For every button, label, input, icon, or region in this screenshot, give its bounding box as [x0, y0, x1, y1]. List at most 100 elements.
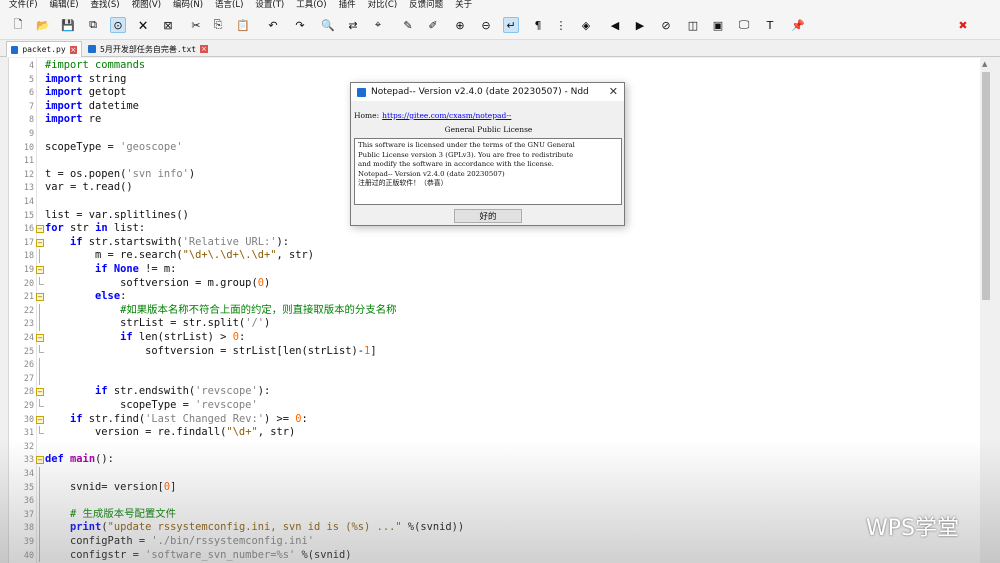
tab-close-icon[interactable]: ×: [69, 45, 77, 54]
scrollbar-thumb[interactable]: [982, 72, 990, 300]
menu-item[interactable]: 文件(F): [9, 0, 38, 11]
menu-item[interactable]: 反馈问题: [409, 0, 443, 11]
code-line[interactable]: 34: [9, 467, 992, 481]
fold-toggle-icon[interactable]: −: [36, 266, 44, 274]
menu-item[interactable]: 编码(N): [173, 0, 203, 11]
line-number: 23: [23, 318, 34, 329]
save-icon[interactable]: 💾: [60, 17, 76, 33]
menu-item[interactable]: 语言(L): [215, 0, 243, 11]
code-line[interactable]: 33− def main():: [9, 453, 992, 467]
code-line[interactable]: 35 svnid= version[0]: [9, 480, 992, 495]
menu-item[interactable]: 视图(V): [132, 0, 161, 11]
monitor-icon[interactable]: 🖵: [736, 17, 752, 33]
code-line[interactable]: 21− else:: [9, 290, 992, 304]
zoom-in-icon[interactable]: ⊕: [452, 17, 468, 33]
save-all-icon[interactable]: ⧉: [85, 17, 101, 33]
close-all-icon[interactable]: ⊠: [160, 17, 176, 33]
copy-icon[interactable]: ⎘: [210, 17, 226, 33]
menu-item[interactable]: 工具(O): [296, 0, 326, 11]
code-line[interactable]: 24− if len(strList) > 0:: [9, 331, 992, 345]
code-line[interactable]: 20 softversion = m.group(0): [9, 276, 992, 291]
code-line[interactable]: 17− if str.startswith('Relative URL:'):: [9, 236, 992, 250]
zoom-out-icon[interactable]: ⊖: [478, 17, 494, 33]
code-text: #import commands: [45, 59, 146, 71]
code-line[interactable]: 29 scopeType = 'revscope': [9, 399, 992, 413]
goto-icon[interactable]: ⌖: [370, 17, 386, 33]
code-line[interactable]: 26: [9, 358, 992, 372]
menu-item[interactable]: 编辑(E): [50, 0, 79, 11]
new-file-icon[interactable]: 🗋: [10, 17, 26, 33]
code-line[interactable]: 22 #如果版本名称不符合上面的约定，则直接取版本的分支名称: [9, 303, 992, 318]
code-line[interactable]: 23 strList = str.split('/'): [9, 317, 992, 331]
fold-end: [39, 351, 44, 353]
close-red-icon[interactable]: ✖: [955, 17, 971, 33]
code-line[interactable]: 4 #import commands: [9, 59, 992, 73]
marker-red-icon[interactable]: ✎: [400, 17, 416, 33]
code-line[interactable]: 40 configstr = 'software_svn_number=%s' …: [9, 548, 992, 563]
fold-toggle-icon[interactable]: −: [36, 225, 44, 234]
code-line[interactable]: 18 m = re.search("\d+\.\d+\.\d+", str): [9, 249, 992, 263]
license-textbox[interactable]: This software is licensed under the term…: [354, 138, 622, 205]
redo-icon[interactable]: ↷: [292, 17, 308, 33]
cut-icon[interactable]: ✂: [188, 17, 204, 33]
line-number: 30: [23, 413, 34, 424]
code-line[interactable]: 32: [9, 440, 992, 454]
open-file-icon[interactable]: 📂: [35, 17, 51, 33]
code-line[interactable]: 19− if None != m:: [9, 263, 992, 277]
code-line[interactable]: 25 softversion = strList[len(strList)-1]: [9, 344, 992, 359]
find-in-files-icon[interactable]: ⊙: [110, 17, 126, 33]
pin-icon[interactable]: 📌: [790, 17, 806, 33]
tab-packet-py[interactable]: packet.py ×: [6, 41, 82, 57]
clear-icon[interactable]: ⊘: [658, 17, 674, 33]
code-line[interactable]: 37 # 生成版本号配置文件: [9, 507, 992, 522]
code-line[interactable]: 39 configPath = './bin/rssystemconfig.in…: [9, 535, 992, 549]
undo-icon[interactable]: ↶: [265, 17, 281, 33]
find-replace-icon[interactable]: ⇄: [345, 17, 361, 33]
line-number: 32: [23, 440, 34, 451]
show-symbols-icon[interactable]: ¶: [530, 17, 546, 33]
code-line[interactable]: 31 version = re.findall("\d+", str): [9, 426, 992, 440]
fold-toggle-icon[interactable]: −: [36, 388, 44, 397]
next-icon[interactable]: ▶: [632, 17, 648, 33]
line-number: 17: [23, 236, 34, 247]
ok-button[interactable]: 好的: [454, 209, 522, 223]
line-number: 14: [23, 196, 34, 206]
text-icon[interactable]: T: [762, 17, 778, 33]
code-line[interactable]: 27: [9, 371, 992, 386]
code-text: scopeType = 'geoscope': [45, 140, 183, 153]
code-line[interactable]: 36: [9, 494, 992, 508]
prev-icon[interactable]: ◀: [607, 17, 623, 33]
paste-icon[interactable]: 📋: [235, 17, 251, 33]
tab-txt[interactable]: 5月开发部任务自完善.txt ×: [84, 41, 220, 57]
bookmark-icon[interactable]: ◈: [578, 17, 594, 33]
code-line[interactable]: 28− if str.endswith('revscope'):: [9, 385, 992, 399]
fold-toggle-icon[interactable]: −: [36, 456, 44, 465]
line-number: 20: [23, 277, 34, 288]
fold-toggle-icon[interactable]: −: [36, 238, 44, 247]
fold-toggle-icon[interactable]: −: [36, 334, 44, 342]
close-icon[interactable]: ✕: [609, 85, 618, 98]
menu-item[interactable]: 对比(C): [368, 0, 398, 11]
panel-icon[interactable]: ▣: [710, 17, 726, 33]
line-number: 25: [23, 345, 34, 356]
marker-clear-icon[interactable]: ✐: [425, 17, 441, 33]
code-text: for str in list:: [45, 222, 146, 235]
word-wrap-icon[interactable]: ↵: [503, 17, 519, 33]
scroll-up-icon[interactable]: ▲: [982, 60, 987, 68]
tab-close-icon[interactable]: ×: [200, 45, 209, 53]
menu-item[interactable]: 设置(T): [255, 0, 284, 11]
menu-item[interactable]: 关于: [455, 0, 472, 11]
fold-toggle-icon[interactable]: −: [36, 293, 44, 302]
line-number: 26: [23, 359, 34, 370]
close-icon[interactable]: 🗙: [135, 17, 151, 33]
fold-toggle-icon[interactable]: −: [36, 415, 44, 424]
split-icon[interactable]: ◫: [685, 17, 701, 33]
code-line[interactable]: 38 print("update rssystemconfig.ini, svn…: [9, 521, 992, 535]
code-line[interactable]: 30− if str.find('Last Changed Rev:') >= …: [9, 413, 992, 427]
home-link[interactable]: https://gitee.com/cxasm/notepad--: [382, 111, 511, 120]
find-icon[interactable]: 🔍: [320, 17, 336, 33]
indent-guide-icon[interactable]: ⋮: [553, 17, 569, 33]
menu-item[interactable]: 查找(S): [91, 0, 120, 11]
vertical-scrollbar[interactable]: ▲: [980, 58, 992, 563]
menu-item[interactable]: 插件: [339, 0, 356, 11]
